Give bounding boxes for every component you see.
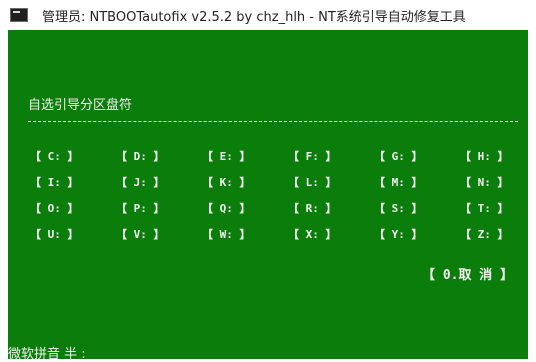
title-bar[interactable]: 管理员: NTBOOTautofix v2.5.2 by chz_hlh - N… (0, 0, 536, 30)
drive-option-h[interactable]: 【 H: 】 (460, 148, 536, 174)
drive-option-f[interactable]: 【 F: 】 (288, 148, 374, 174)
drive-option-e[interactable]: 【 E: 】 (202, 148, 288, 174)
console-app-icon (10, 8, 28, 22)
drive-option-o[interactable]: 【 O: 】 (30, 200, 116, 226)
drive-option-s[interactable]: 【 S: 】 (374, 200, 460, 226)
drive-option-u[interactable]: 【 U: 】 (30, 226, 116, 252)
drive-option-y[interactable]: 【 Y: 】 (374, 226, 460, 252)
drive-option-x[interactable]: 【 X: 】 (288, 226, 374, 252)
drive-option-v[interactable]: 【 V: 】 (116, 226, 202, 252)
dashed-divider (28, 121, 518, 122)
console-window: 管理员: NTBOOTautofix v2.5.2 by chz_hlh - N… (0, 0, 536, 362)
window-title: 管理员: NTBOOTautofix v2.5.2 by chz_hlh - N… (42, 9, 466, 25)
drive-option-m[interactable]: 【 M: 】 (374, 174, 460, 200)
cancel-option[interactable]: 【 0.取 消 】 (422, 264, 513, 283)
drive-option-w[interactable]: 【 W: 】 (202, 226, 288, 252)
drive-option-t[interactable]: 【 T: 】 (460, 200, 536, 226)
drive-option-n[interactable]: 【 N: 】 (460, 174, 536, 200)
drive-option-l[interactable]: 【 L: 】 (288, 174, 374, 200)
drive-option-j[interactable]: 【 J: 】 (116, 174, 202, 200)
console-area: 自选引导分区盘符 【 C: 】 【 D: 】 【 E: 】 【 F: 】 【 G… (8, 30, 528, 359)
drive-option-g[interactable]: 【 G: 】 (374, 148, 460, 174)
ime-status-text: 微软拼音 半 : (8, 347, 86, 362)
section-heading: 自选引导分区盘符 (28, 98, 133, 113)
drive-option-d[interactable]: 【 D: 】 (116, 148, 202, 174)
drive-option-z[interactable]: 【 Z: 】 (460, 226, 536, 252)
drive-option-i[interactable]: 【 I: 】 (30, 174, 116, 200)
drive-option-r[interactable]: 【 R: 】 (288, 200, 374, 226)
drive-option-c[interactable]: 【 C: 】 (30, 148, 116, 174)
drive-option-q[interactable]: 【 Q: 】 (202, 200, 288, 226)
drive-letter-grid: 【 C: 】 【 D: 】 【 E: 】 【 F: 】 【 G: 】 【 H: … (30, 148, 522, 252)
drive-option-k[interactable]: 【 K: 】 (202, 174, 288, 200)
drive-option-p[interactable]: 【 P: 】 (116, 200, 202, 226)
